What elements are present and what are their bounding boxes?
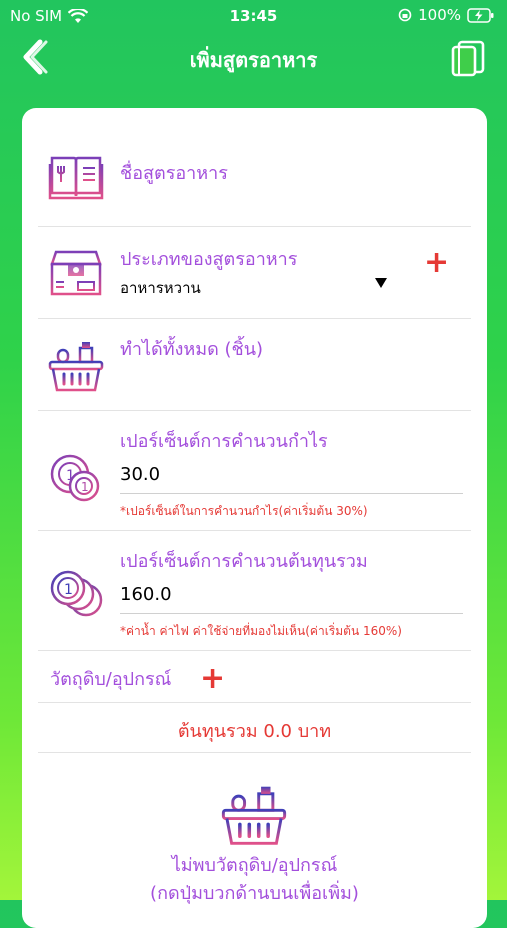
ingredients-header-row: วัตถุดิบ/อุปกรณ์ + bbox=[38, 650, 471, 703]
total-cost-percent-label: เปอร์เซ็นต์การคำนวนต้นทุนรวม bbox=[120, 551, 368, 572]
category-select[interactable]: อาหารหวาน bbox=[120, 276, 201, 300]
basket-icon bbox=[48, 342, 104, 392]
empty-basket-icon bbox=[221, 786, 287, 845]
yield-row[interactable]: ทำได้ทั้งหมด (ชิ้น) bbox=[38, 318, 471, 411]
ingredients-label: วัตถุดิบ/อุปกรณ์ bbox=[50, 669, 172, 690]
svg-text:1: 1 bbox=[64, 582, 73, 598]
copy-icon[interactable] bbox=[449, 38, 489, 78]
profit-label: เปอร์เซ็นต์การคำนวนกำไร bbox=[120, 431, 328, 452]
yield-label: ทำได้ทั้งหมด (ชิ้น) bbox=[120, 339, 264, 360]
status-bar: No SIM 13:45 100% bbox=[0, 0, 507, 32]
svg-text:1: 1 bbox=[81, 480, 89, 494]
recipe-name-label: ชื่อสูตรอาหาร bbox=[120, 163, 228, 184]
profit-input[interactable]: 30.0 bbox=[120, 464, 160, 485]
category-row: ประเภทของสูตรอาหาร อาหารหวาน + bbox=[38, 226, 471, 319]
empty-state-line1: ไม่พบวัตถุดิบ/อุปกรณ์ bbox=[171, 855, 338, 876]
page-title: เพิ่มสูตรอาหาร bbox=[189, 48, 318, 72]
coin-stack-icon: 1 bbox=[50, 570, 103, 617]
total-cost-percent-input[interactable]: 160.0 bbox=[120, 584, 172, 605]
add-category-button[interactable]: + bbox=[424, 248, 449, 278]
total-cost-percent-row: 1 เปอร์เซ็นต์การคำนวนต้นทุนรวม 160.0 *ค่… bbox=[38, 530, 471, 651]
total-cost-text: ต้นทุนรวม 0.0 บาท bbox=[177, 721, 332, 742]
battery-percent: 100% bbox=[418, 6, 461, 24]
nav-bar: เพิ่มสูตรอาหาร bbox=[0, 32, 507, 84]
dropdown-arrow-icon[interactable] bbox=[375, 278, 387, 288]
recipe-book-icon bbox=[48, 156, 104, 200]
total-cost-row: ต้นทุนรวม 0.0 บาท bbox=[38, 702, 471, 753]
profit-hint: *เปอร์เซ็นต์ในการคำนวนกำไร(ค่าเริ่มต้น 3… bbox=[120, 504, 368, 518]
empty-state-line2: (กดปุ่มบวกด้านบนเพื่อเพิ่ม) bbox=[150, 883, 359, 904]
profit-input-underline bbox=[120, 493, 463, 494]
box-icon bbox=[50, 250, 102, 296]
recipe-name-row[interactable]: ชื่อสูตรอาหาร bbox=[38, 126, 471, 227]
total-cost-percent-hint: *ค่าน้ำ ค่าไฟ ค่าใช้จ่ายที่มองไม่เห็น(ค่… bbox=[120, 624, 402, 638]
add-ingredient-button[interactable]: + bbox=[200, 664, 225, 694]
total-cost-percent-underline bbox=[120, 613, 463, 614]
category-label: ประเภทของสูตรอาหาร bbox=[120, 249, 298, 270]
recipe-form-card: ชื่อสูตรอาหาร ประเภทของสูตรอาหาร อาหารหว… bbox=[22, 108, 487, 928]
rotation-lock-icon bbox=[398, 8, 412, 22]
battery-charging-icon bbox=[467, 7, 494, 23]
profit-row: 1 1 เปอร์เซ็นต์การคำนวนกำไร 30.0 *เปอร์เ… bbox=[38, 410, 471, 531]
coins-icon: 1 1 bbox=[50, 454, 100, 502]
